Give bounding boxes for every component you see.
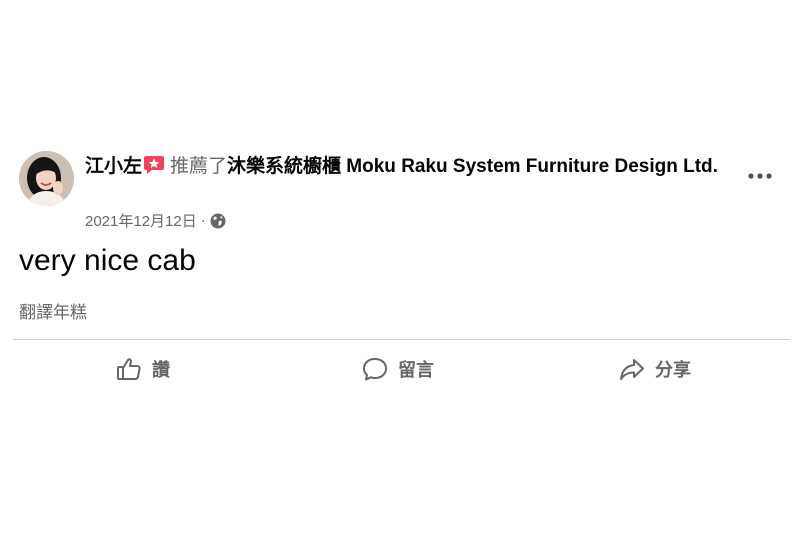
comment-button[interactable]: 留言 [361, 352, 434, 386]
avatar-photo-icon [19, 151, 74, 206]
divider [13, 339, 790, 340]
share-arrow-icon [618, 355, 646, 383]
post-header: 江小左 推薦了沐樂系統櫥櫃 Moku Raku System Furniture … [85, 153, 725, 183]
globe-icon[interactable] [210, 213, 226, 229]
translate-link[interactable]: 翻譯年糕 [19, 298, 87, 323]
share-button[interactable]: 分享 [618, 352, 691, 386]
star-badge-icon [143, 155, 165, 183]
post-date[interactable]: 2021年12月12日 [85, 210, 197, 231]
recommend-verb: 推薦了 [170, 156, 228, 177]
author-name[interactable]: 江小左 [85, 156, 142, 177]
page-name-link[interactable]: 沐樂系統櫥櫃 Moku Raku System Furniture Design… [227, 156, 718, 177]
avatar[interactable] [19, 151, 74, 206]
post-meta: 2021年12月12日 · [85, 210, 226, 231]
post-body: very nice cab [19, 244, 196, 277]
like-button[interactable]: 讚 [115, 352, 170, 386]
more-options-button[interactable] [742, 162, 778, 190]
more-dots-icon [748, 173, 772, 179]
comment-label: 留言 [398, 360, 434, 380]
thumbs-up-icon [115, 355, 143, 383]
post-card: 江小左 推薦了沐樂系統櫥櫃 Moku Raku System Furniture … [0, 0, 800, 534]
comment-bubble-icon [361, 355, 389, 383]
share-label: 分享 [655, 360, 691, 380]
like-label: 讚 [152, 360, 170, 380]
meta-separator: · [200, 212, 206, 229]
